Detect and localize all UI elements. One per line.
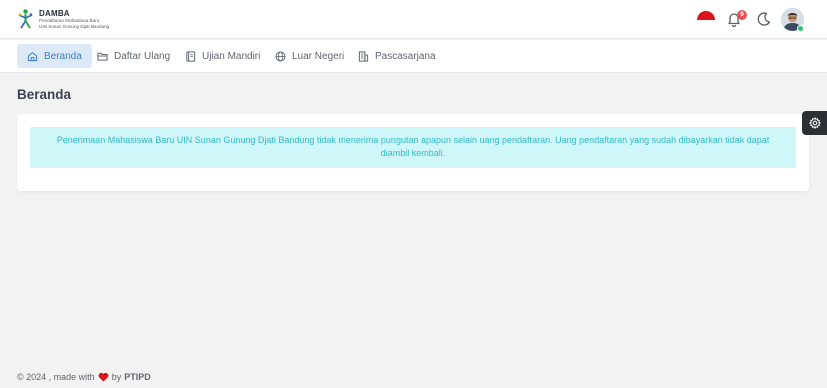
dark-mode-moon-icon[interactable] (756, 11, 772, 27)
nav-label-luar-negeri: Luar Negeri (292, 50, 345, 62)
damba-logo-icon (18, 9, 33, 29)
nav-item-luar-negeri[interactable]: Luar Negeri (265, 44, 354, 68)
nav-item-beranda[interactable]: Beranda (17, 44, 92, 68)
announcement-card: Penerimaan Mahasiswa Baru UIN Sunan Gunu… (17, 114, 809, 191)
language-flag-icon[interactable] (697, 11, 715, 29)
nav-label-daftar-ulang: Daftar Ulang (114, 50, 171, 62)
brand-subtitle-line2: UIN Sunan Gunung Djati Bandung (39, 23, 110, 29)
footer-org-link[interactable]: PTIPD (124, 372, 151, 382)
nav-label-pascasarjana: Pascasarjana (375, 50, 436, 62)
brand-name: DAMBA (39, 9, 70, 19)
gear-icon (808, 117, 821, 129)
building-icon (358, 50, 369, 62)
customizer-toggle-button[interactable] (802, 111, 827, 135)
online-status-dot (797, 25, 804, 32)
nav-item-daftar-ulang[interactable]: Daftar Ulang (87, 44, 180, 68)
nav-label-ujian-mandiri: Ujian Mandiri (202, 50, 261, 62)
book-icon (186, 50, 196, 62)
notification-badge: 9 (737, 10, 747, 20)
footer: © 2024 , made with by PTIPD (17, 372, 151, 382)
heart-icon (98, 372, 109, 382)
page-title: Beranda (17, 87, 72, 102)
folder-icon (97, 52, 108, 61)
info-alert: Penerimaan Mahasiswa Baru UIN Sunan Gunu… (30, 127, 796, 168)
nav-label-beranda: Beranda (44, 50, 82, 62)
home-icon (27, 51, 38, 61)
footer-copyright: © 2024 , made with (17, 372, 95, 382)
globe-icon (275, 51, 286, 61)
footer-by: by (111, 372, 122, 382)
brand[interactable]: DAMBA Pendaftaran Mahasiswa Baru UIN Sun… (17, 9, 109, 29)
main-nav: Beranda Daftar Ulang Ujian Mandiri Luar … (0, 40, 827, 73)
nav-item-pascasarjana[interactable]: Pascasarjana (348, 44, 446, 68)
nav-item-ujian-mandiri[interactable]: Ujian Mandiri (175, 44, 270, 68)
top-header: DAMBA Pendaftaran Mahasiswa Baru UIN Sun… (0, 0, 827, 39)
